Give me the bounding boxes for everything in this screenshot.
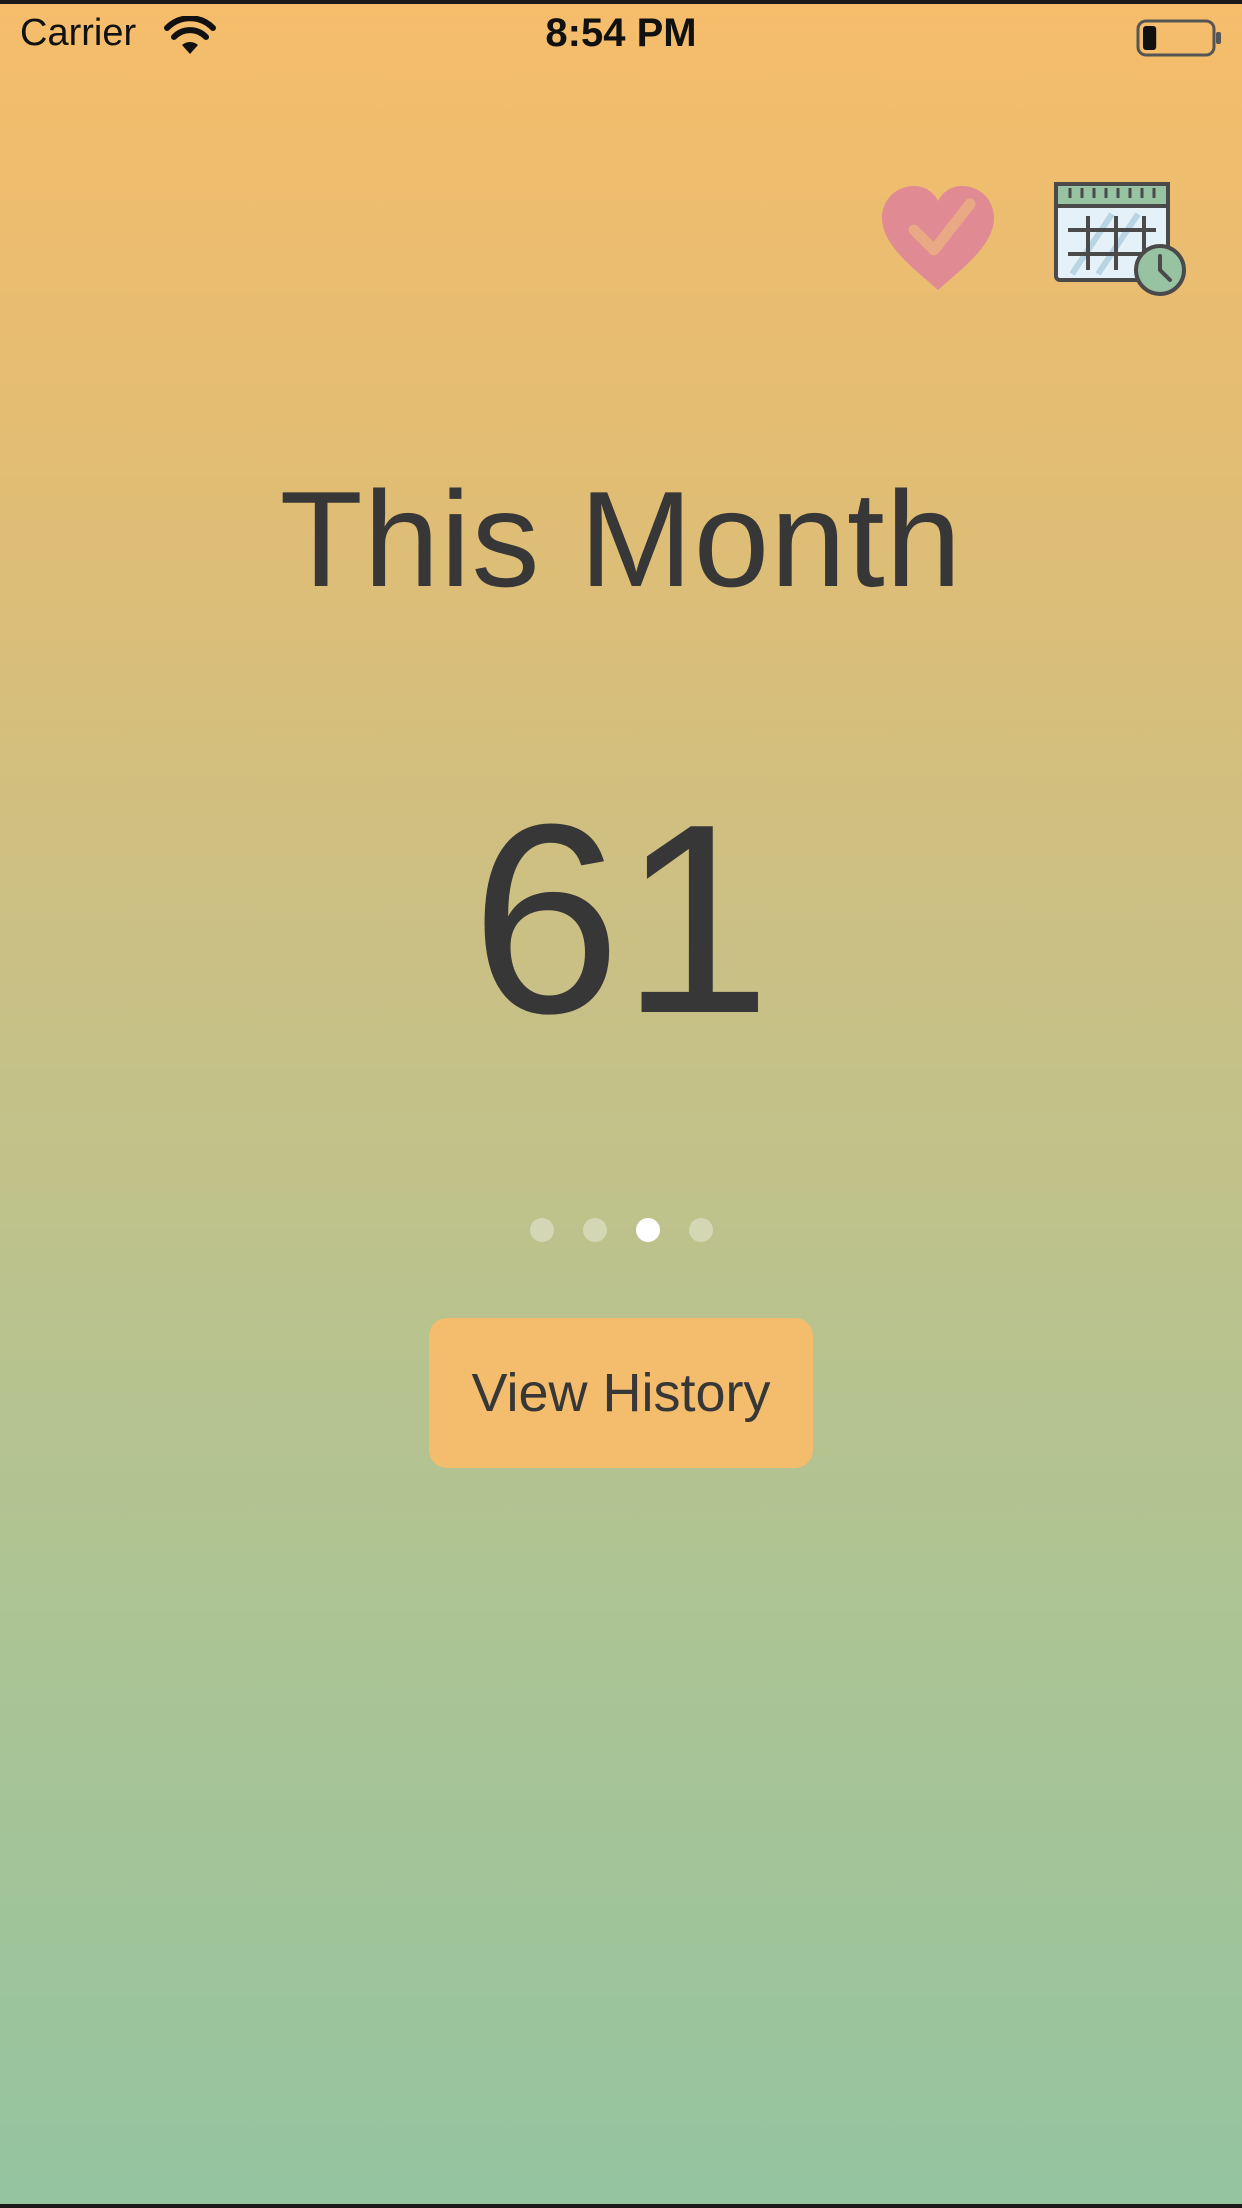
health-heart-button[interactable]: [876, 180, 1000, 300]
battery-icon: [1136, 19, 1221, 57]
screen-bottom-edge: [0, 2204, 1242, 2208]
page-title: This Month: [279, 463, 963, 615]
status-time: 8:54 PM: [545, 11, 697, 55]
view-history-button[interactable]: View History: [429, 1318, 813, 1468]
page-dot[interactable]: [688, 1218, 713, 1242]
page-dot-active[interactable]: [635, 1218, 660, 1242]
monthly-count: 61: [470, 769, 772, 1070]
history-calendar-button[interactable]: [1052, 178, 1192, 302]
status-bar: Carrier 8:54 PM: [0, 0, 1242, 74]
page-indicator[interactable]: [0, 1218, 1242, 1242]
page-dot[interactable]: [529, 1218, 554, 1242]
page-dot[interactable]: [582, 1218, 607, 1242]
calendar-clock-icon: [1054, 182, 1186, 296]
heart-check-icon: [882, 186, 994, 290]
